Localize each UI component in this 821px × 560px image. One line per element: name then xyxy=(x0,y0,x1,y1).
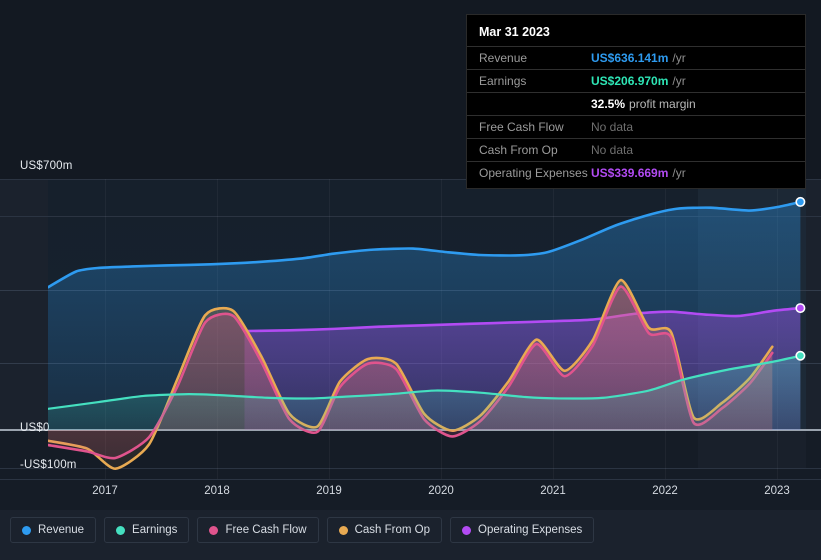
legend-item-label: Revenue xyxy=(38,524,85,536)
endpoint-marker-earnings xyxy=(795,350,806,361)
legend-color-dot xyxy=(22,525,31,535)
tooltip-row-value: US$339.669m xyxy=(591,166,669,180)
tooltip-row-unit: profit margin xyxy=(629,97,696,111)
legend-item-label: Cash From Op xyxy=(354,524,431,536)
tooltip-row-label: Earnings xyxy=(479,74,527,88)
legend-item-earnings[interactable]: Earnings xyxy=(104,517,190,543)
tooltip-row: Operating Expenses US$339.669m/yr xyxy=(467,161,805,184)
legend-item-label: Operating Expenses xyxy=(478,524,583,536)
tooltip-row: Cash From Op No data xyxy=(467,138,805,161)
tooltip-rows: Revenue US$636.141m/yr Earnings US$206.970m… xyxy=(467,46,805,184)
legend-item-free-cash-flow[interactable]: Free Cash Flow xyxy=(197,517,319,543)
financial-chart: US$700m US$0 -US$100m 2017 2018 2019 202… xyxy=(0,0,821,560)
legend-color-dot xyxy=(338,525,348,535)
chart-legend[interactable]: Revenue Earnings Free Cash Flow Cash From O… xyxy=(10,517,595,543)
legend-item-revenue[interactable]: Revenue xyxy=(10,517,97,543)
tooltip-row-value: US$206.970m xyxy=(591,74,669,88)
tooltip-row: Earnings US$206.970m/yr xyxy=(467,69,805,92)
tooltip-row-unit: /yr xyxy=(672,51,686,65)
tooltip-row-value: No data xyxy=(591,143,634,157)
legend-item-label: Earnings xyxy=(132,524,178,536)
tooltip-row-label: Free Cash Flow xyxy=(479,120,564,134)
endpoint-marker-operating-expenses xyxy=(795,303,806,314)
tooltip-row: 32.5% profit margin xyxy=(467,92,805,115)
legend-color-dot xyxy=(116,525,126,535)
legend-item-label: Free Cash Flow xyxy=(225,524,307,536)
tooltip-row-unit: /yr xyxy=(672,74,686,88)
tooltip-row: Free Cash Flow No data xyxy=(467,115,805,138)
legend-item-operating-expenses[interactable]: Operating Expenses xyxy=(450,517,595,543)
tooltip-title: Mar 31 2023 xyxy=(479,25,550,39)
tooltip-row-value: No data xyxy=(591,120,634,134)
tooltip-row-label: Operating Expenses xyxy=(479,166,588,180)
tooltip-row-value: US$636.141m xyxy=(591,51,669,65)
legend-item-cash-from-op[interactable]: Cash From Op xyxy=(326,517,443,543)
legend-color-dot xyxy=(209,525,219,535)
tooltip-row: Revenue US$636.141m/yr xyxy=(467,46,805,69)
tooltip-row-label: Revenue xyxy=(479,51,528,65)
tooltip-row-label: Cash From Op xyxy=(479,143,558,157)
tooltip-row-unit: /yr xyxy=(672,166,686,180)
legend-color-dot xyxy=(462,525,472,535)
endpoint-marker-revenue xyxy=(795,196,806,207)
tooltip-row-value: 32.5% xyxy=(591,97,626,111)
data-tooltip: Mar 31 2023 Revenue US$636.141m/yr Earning… xyxy=(466,14,806,189)
